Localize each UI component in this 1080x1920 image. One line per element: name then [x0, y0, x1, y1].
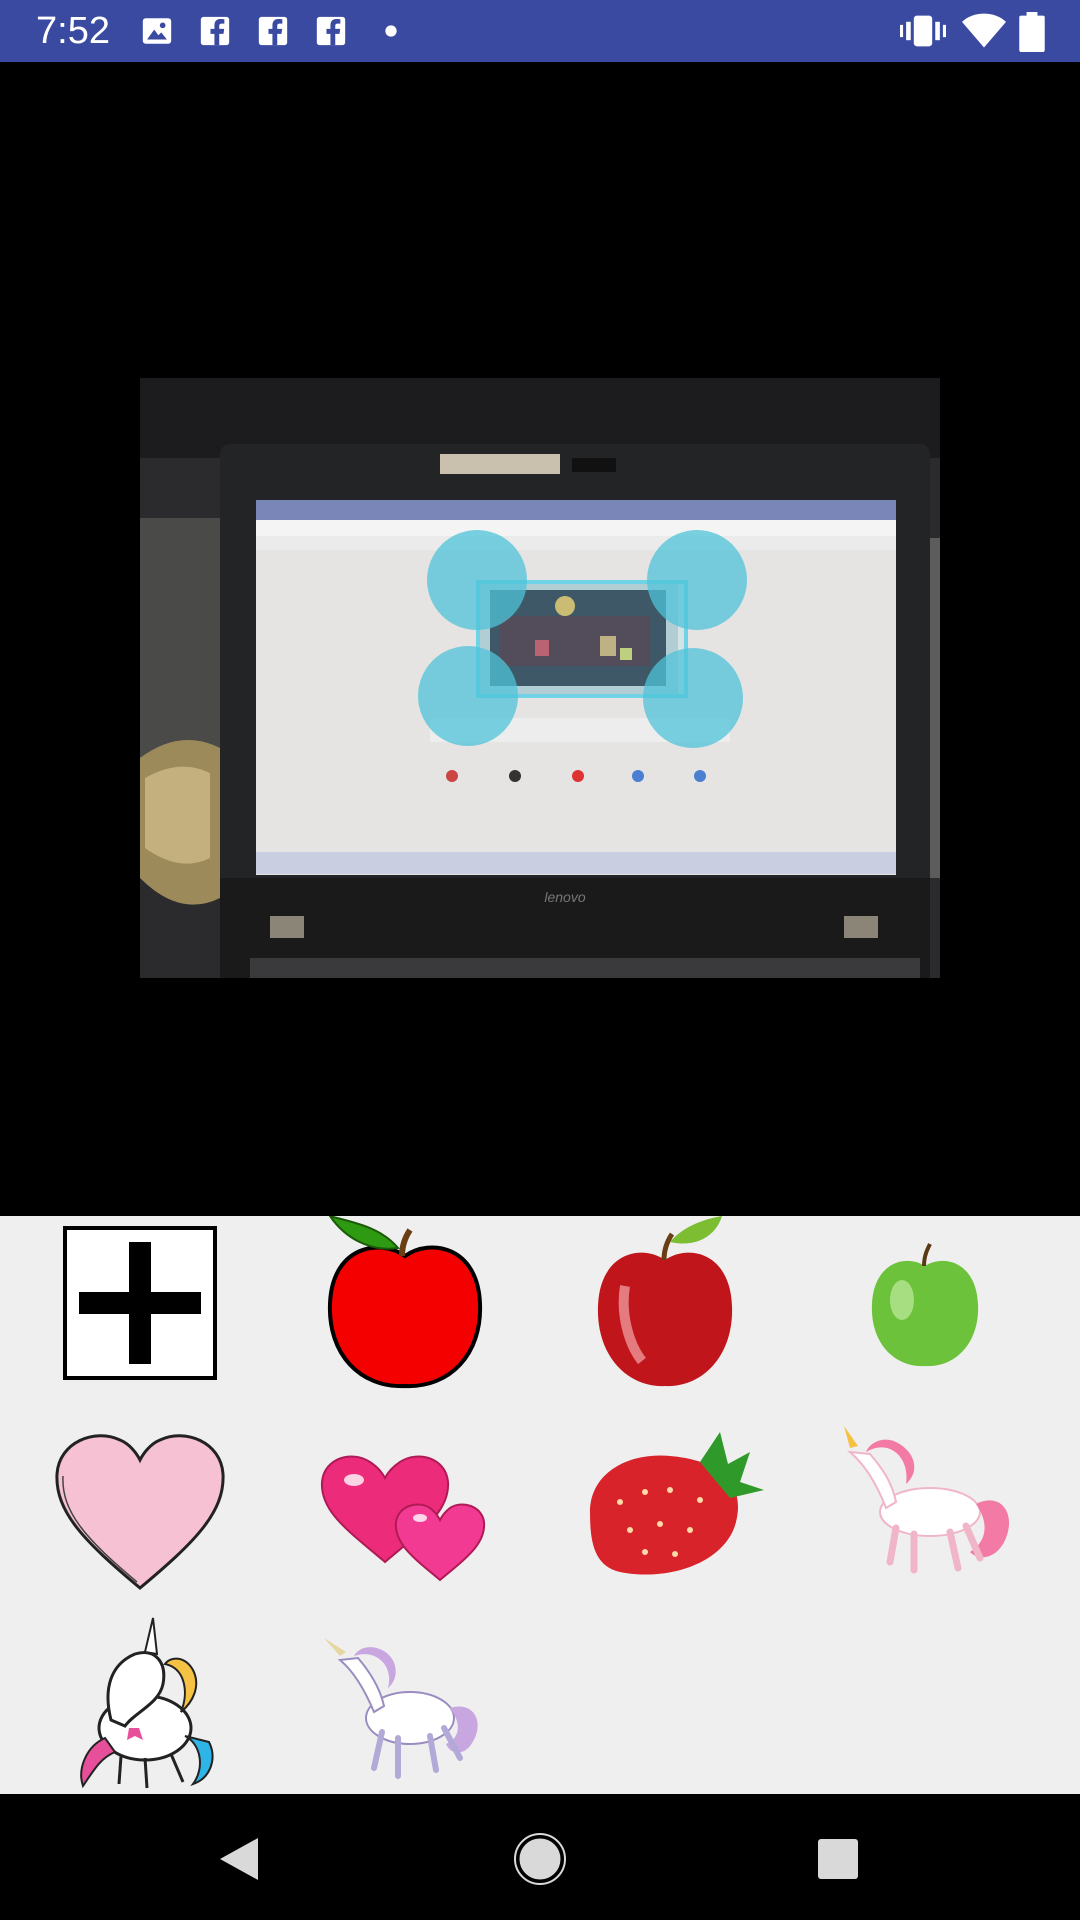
- apple-icon: [597, 1216, 733, 1387]
- dot-icon: [385, 25, 397, 37]
- crop-handle-bottom-right[interactable]: [643, 648, 743, 748]
- laptop-brand-text: lenovo: [544, 889, 585, 905]
- sticker-panel: [0, 1214, 1080, 1794]
- sticker-two-hearts[interactable]: [290, 1412, 520, 1602]
- sticker-red-apple-glossy[interactable]: [550, 1216, 780, 1406]
- sticker-purple-unicorn[interactable]: [290, 1608, 520, 1798]
- sticker-green-apple[interactable]: [810, 1216, 1040, 1406]
- photo-preview-area: lenovo: [0, 62, 1080, 1216]
- status-bar: 7:52: [0, 0, 1080, 62]
- crop-handle-bottom-left[interactable]: [418, 646, 518, 746]
- sticker-pink-heart[interactable]: [25, 1412, 255, 1602]
- hearts-icon: [320, 1455, 486, 1582]
- unicorn-icon: [844, 1426, 1010, 1574]
- image-icon: [142, 18, 172, 44]
- wifi-icon: [962, 13, 1006, 48]
- crop-handle-top-left[interactable]: [427, 530, 527, 630]
- crop-handle-top-right[interactable]: [647, 530, 747, 630]
- recents-button[interactable]: [803, 1824, 873, 1894]
- apple-icon: [327, 1214, 483, 1389]
- sticker-strawberry[interactable]: [550, 1412, 780, 1602]
- home-button[interactable]: [505, 1824, 575, 1894]
- strawberry-icon: [590, 1432, 764, 1575]
- apple-icon: [871, 1243, 979, 1367]
- sticker-pink-unicorn[interactable]: [810, 1412, 1040, 1602]
- status-time: 7:52: [36, 10, 110, 52]
- add-sticker-button[interactable]: [25, 1216, 255, 1406]
- battery-icon: [1019, 12, 1045, 52]
- unicorn-icon: [324, 1638, 478, 1779]
- facebook-icon: [316, 16, 346, 46]
- facebook-icon: [258, 16, 288, 46]
- unicorn-icon: [80, 1617, 214, 1789]
- back-button[interactable]: [204, 1824, 274, 1894]
- plus-icon: [63, 1226, 217, 1380]
- heart-icon: [55, 1434, 225, 1590]
- facebook-icon: [200, 16, 230, 46]
- vibrate-icon: [900, 15, 946, 47]
- sticker-rainbow-unicorn[interactable]: [25, 1608, 255, 1798]
- navigation-bar: [0, 1794, 1080, 1920]
- laptop-photo[interactable]: lenovo: [140, 378, 940, 978]
- sticker-red-apple-cartoon[interactable]: [290, 1214, 520, 1406]
